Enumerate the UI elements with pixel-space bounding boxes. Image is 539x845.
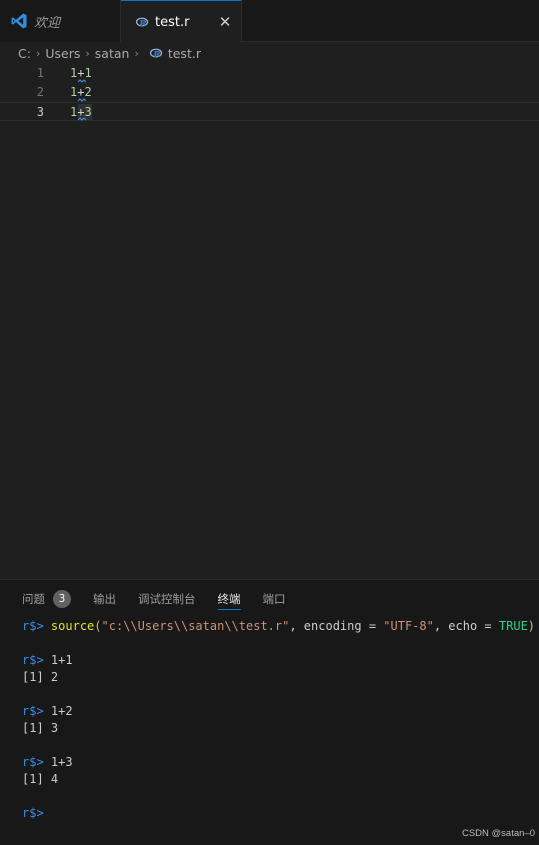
encoding-value: "UTF-8" bbox=[383, 619, 434, 633]
terminal-command: 1+3 bbox=[50, 755, 73, 769]
tab-terminal-label: 终端 bbox=[217, 592, 241, 606]
source-path: "c:\\Users\\satan\\test.r" bbox=[101, 619, 290, 633]
tab-welcome-label: 欢迎 bbox=[34, 15, 61, 31]
terminal-prompt: r$> bbox=[22, 704, 44, 718]
breadcrumb: C: › Users › satan › test.r bbox=[0, 42, 539, 64]
tab-welcome[interactable]: 欢迎 bbox=[0, 0, 121, 42]
bottom-panel: 问题 3 输出 调试控制台 终端 端口 r$> source("c:\\User… bbox=[0, 579, 539, 845]
line-number: 2 bbox=[36, 85, 44, 99]
code-line[interactable]: 2 1+2 bbox=[0, 83, 539, 102]
code-editor[interactable]: 1 1+1 2 1+2 3 1+3 bbox=[0, 64, 539, 579]
chevron-right-icon: › bbox=[134, 46, 139, 60]
tab-output-label: 输出 bbox=[93, 592, 116, 606]
terminal-prompt: r$> bbox=[22, 806, 44, 820]
arg-sep: , encoding = bbox=[289, 619, 384, 633]
tab-ports[interactable]: 端口 bbox=[263, 580, 286, 618]
code-num: 1 bbox=[84, 66, 92, 80]
vscode-logo-icon bbox=[11, 13, 27, 29]
terminal-output[interactable]: r$> source("c:\\Users\\satan\\test.r", e… bbox=[22, 618, 539, 822]
r-language-icon bbox=[136, 17, 149, 26]
paren-close: ) bbox=[527, 619, 536, 633]
tab-problems-label: 问题 bbox=[22, 592, 45, 606]
tab-problems[interactable]: 问题 3 bbox=[22, 580, 71, 618]
terminal-line: r$> 1+3 bbox=[22, 754, 539, 771]
breadcrumb-drive[interactable]: C: bbox=[18, 46, 31, 61]
code-line[interactable]: 1 1+1 bbox=[0, 64, 539, 83]
terminal-line: r$> 1+1 bbox=[22, 652, 539, 669]
watermark: CSDN @satan–0 bbox=[461, 828, 535, 839]
line-number: 3 bbox=[36, 105, 44, 119]
terminal-blank bbox=[22, 737, 539, 754]
line-number: 1 bbox=[36, 66, 44, 80]
code-num: 2 bbox=[84, 85, 92, 99]
problems-count-badge: 3 bbox=[53, 590, 71, 608]
source-fn: source bbox=[50, 619, 95, 633]
breadcrumb-file[interactable]: test.r bbox=[168, 46, 201, 61]
breadcrumb-satan[interactable]: satan bbox=[95, 46, 130, 61]
terminal-blank bbox=[22, 686, 539, 703]
tab-ports-label: 端口 bbox=[262, 592, 286, 606]
echo-value: TRUE bbox=[498, 619, 528, 633]
terminal-result: [1] 2 bbox=[22, 670, 59, 684]
vscode-window: 欢迎 test.r ✕ C: › Users › satan › test.r … bbox=[0, 0, 539, 845]
breadcrumb-users[interactable]: Users bbox=[45, 46, 80, 61]
terminal-blank bbox=[22, 788, 539, 805]
close-icon[interactable]: ✕ bbox=[217, 13, 233, 31]
tab-terminal[interactable]: 终端 bbox=[217, 580, 241, 618]
warning-squiggle-icon bbox=[78, 117, 86, 121]
chevron-right-icon: › bbox=[35, 46, 41, 60]
code-line-current[interactable]: 3 1+3 bbox=[0, 102, 539, 121]
terminal-result: [1] 3 bbox=[22, 721, 59, 735]
terminal-result: [1] 4 bbox=[22, 772, 59, 786]
terminal-prompt: r$> bbox=[22, 619, 44, 633]
terminal-prompt: r$> bbox=[22, 755, 44, 769]
panel-tab-bar: 问题 3 输出 调试控制台 终端 端口 bbox=[0, 580, 539, 618]
terminal-line: r$> bbox=[22, 805, 539, 822]
terminal-blank bbox=[22, 635, 539, 652]
arg-sep: , echo = bbox=[433, 619, 499, 633]
paren-open: ( bbox=[94, 619, 102, 633]
tab-debug-console-label: 调试控制台 bbox=[138, 592, 196, 606]
terminal-line: r$> source("c:\\Users\\satan\\test.r", e… bbox=[22, 618, 539, 635]
tab-test-r-label: test.r bbox=[155, 14, 190, 30]
terminal-command: 1+1 bbox=[50, 653, 73, 667]
r-language-icon bbox=[149, 48, 162, 57]
terminal-command: 1+2 bbox=[50, 704, 73, 718]
terminal-prompt: r$> bbox=[22, 653, 44, 667]
tab-output[interactable]: 输出 bbox=[93, 580, 116, 618]
editor-tab-bar: 欢迎 test.r ✕ bbox=[0, 0, 539, 43]
tab-test-r[interactable]: test.r ✕ bbox=[121, 0, 242, 43]
chevron-right-icon: › bbox=[85, 46, 90, 60]
terminal-line: r$> 1+2 bbox=[22, 703, 539, 720]
tab-debug-console[interactable]: 调试控制台 bbox=[138, 580, 196, 618]
